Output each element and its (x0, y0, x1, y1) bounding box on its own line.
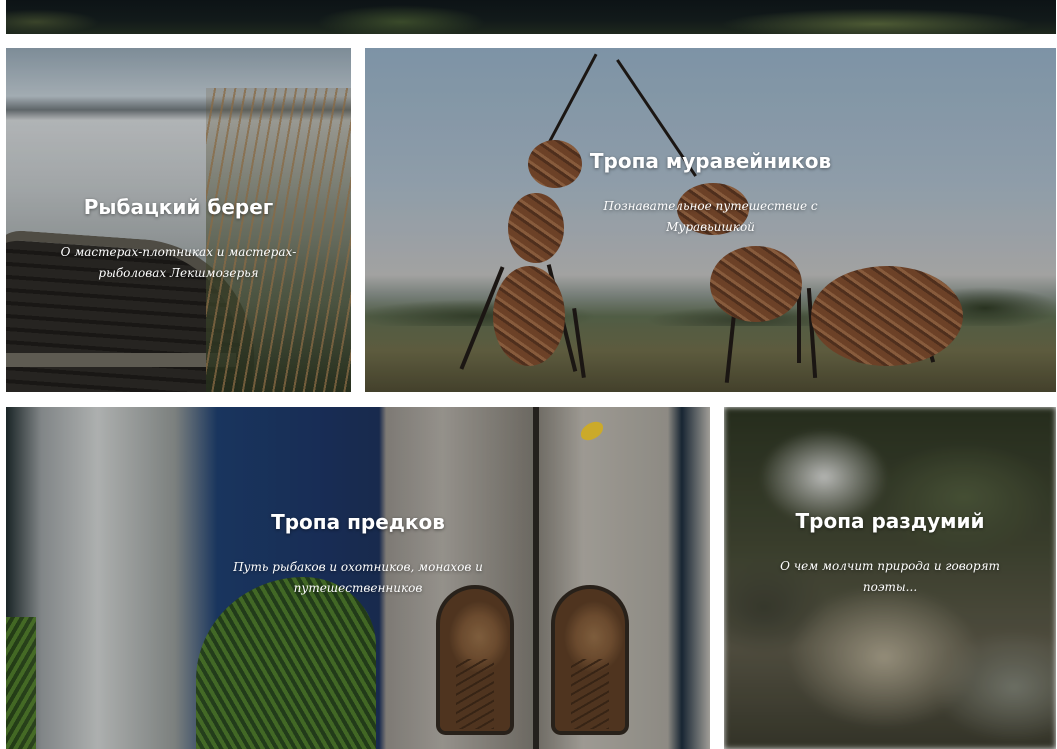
tile-caption: Тропа раздумий О чем молчит природа и го… (724, 508, 1056, 598)
tile-caption: Тропа предков Путь рыбаков и охотников, … (6, 509, 710, 599)
tile-title: Тропа муравейников (589, 149, 832, 173)
tile-description: Путь рыбаков и охотников, монахов и путе… (233, 560, 483, 595)
tile-title: Тропа раздумий (795, 509, 985, 533)
top-banner-image[interactable] (6, 0, 1056, 34)
tile-description: О мастерах-плотниках и мастерах-рыболова… (60, 245, 297, 280)
tile-description: Познавательное путешествие с Муравьишкой (603, 199, 818, 234)
tile-title: Тропа предков (271, 510, 445, 534)
tile-title: Рыбацкий берег (83, 195, 274, 219)
tile-ancestors-trail[interactable]: Тропа предков Путь рыбаков и охотников, … (6, 407, 710, 749)
tile-caption: Тропа муравейников Познавательное путеше… (365, 148, 1056, 238)
tile-description: О чем молчит природа и говорят поэты... (780, 559, 1000, 594)
trails-gallery: Рыбацкий берег О мастерах-плотниках и ма… (0, 0, 1057, 749)
tile-reflections-trail[interactable]: Тропа раздумий О чем молчит природа и го… (724, 407, 1056, 749)
tile-anthill-trail[interactable]: Тропа муравейников Познавательное путеше… (365, 48, 1056, 392)
tile-caption: Рыбацкий берег О мастерах-плотниках и ма… (6, 194, 351, 284)
tile-fisher-shore[interactable]: Рыбацкий берег О мастерах-плотниках и ма… (6, 48, 351, 392)
